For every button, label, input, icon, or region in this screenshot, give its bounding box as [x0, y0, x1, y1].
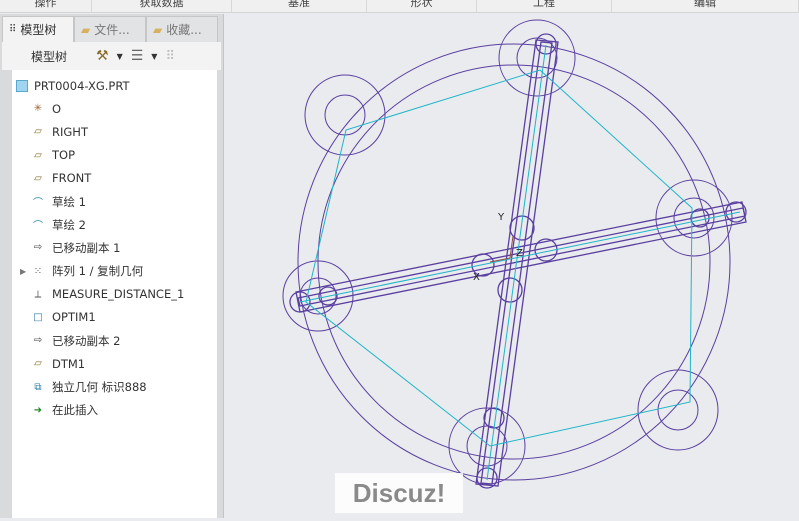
settings-tools-icon[interactable]: ⚒: [96, 48, 109, 64]
ribbon-shapes[interactable]: 形状: [367, 0, 477, 13]
tree-item-label: 阵列 1 / 复制几何: [52, 264, 144, 279]
chevron-down-icon[interactable]: ▼: [117, 52, 123, 61]
tree-item[interactable]: ⌒ 草绘 2: [12, 213, 217, 236]
tree-item[interactable]: ✳ O: [12, 97, 217, 120]
tree-item-label: MEASURE_DISTANCE_1: [52, 287, 185, 302]
folder-icon: ▰: [81, 22, 91, 37]
moved-copy-icon: ⇨: [33, 242, 43, 254]
graphics-viewport[interactable]: Y Z X: [225, 14, 799, 518]
tab-label: 收藏...: [166, 23, 202, 37]
tree-item-label: PRT0004-XG.PRT: [34, 78, 130, 93]
tree-item[interactable]: ▱ RIGHT: [12, 120, 217, 143]
tree-item[interactable]: □ OPTIM1: [12, 306, 217, 329]
datum-plane-icon: ▱: [34, 126, 42, 138]
model-geometry: Y Z X: [282, 19, 747, 489]
axis-label-z: Z: [516, 248, 523, 259]
tree-filter-icon[interactable]: ⠿: [165, 49, 175, 64]
tree-root[interactable]: PRT0004-XG.PRT: [12, 74, 217, 97]
ribbon-datum[interactable]: 基准: [232, 0, 367, 13]
ribbon-operations[interactable]: 操作: [0, 0, 92, 13]
tree-item[interactable]: ⇨ 已移动副本 2: [12, 329, 217, 352]
datum-plane-icon: ▱: [34, 149, 42, 161]
tab-files[interactable]: ▰ 文件...: [74, 16, 146, 42]
navigator-panel: ⠿ 模型树 ▰ 文件... ▰ 收藏... 模型树 ⚒ ▼ ☰ ▼ ⠿ PRT0004-X…: [0, 14, 224, 518]
tree-item[interactable]: ➜ 在此插入: [12, 399, 217, 422]
tree-item-label: OPTIM1: [52, 310, 96, 325]
inner-ring: [317, 64, 711, 460]
outer-ring: [297, 43, 731, 481]
tree-item[interactable]: ⟂ MEASURE_DISTANCE_1: [12, 283, 217, 306]
sketch-icon: ⌒: [33, 198, 43, 210]
ribbon-engineering[interactable]: 工程: [477, 0, 612, 13]
tree-item-label: O: [52, 101, 62, 116]
tree-item[interactable]: ⌒ 草绘 1: [12, 190, 217, 213]
axis-label-x: X: [473, 272, 480, 283]
model-tree-label: 模型树: [30, 49, 67, 64]
show-list-icon[interactable]: ☰: [131, 48, 144, 64]
model-tree: PRT0004-XG.PRT ✳ O ▱ RIGHT ▱ TOP ▱ FRONT ⌒ 草绘 1 ⌒ 草…: [12, 70, 217, 518]
tree-item[interactable]: ▱ DTM1: [12, 352, 217, 375]
part-icon: [16, 79, 28, 92]
tree-item-label: DTM1: [52, 356, 86, 371]
datum-plane-icon: ▱: [34, 172, 42, 184]
sketch-icon: ⌒: [33, 221, 43, 233]
tree-item-label: 已移动副本 2: [52, 333, 121, 348]
insert-here-icon: ➜: [33, 404, 43, 416]
tree-item[interactable]: ▶ ⁙ 阵列 1 / 复制几何: [12, 260, 217, 283]
moved-copy-icon: ⇨: [33, 335, 43, 347]
csys-icon: ✳: [33, 103, 43, 115]
tree-item-label: 草绘 1: [52, 194, 86, 209]
tree-icon: ⠿: [9, 24, 17, 35]
independent-geometry-icon: ⧉: [34, 381, 42, 393]
tree-item[interactable]: ⧉ 独立几何 标识888: [12, 375, 217, 398]
tree-item-label: 独立几何 标识888: [52, 380, 147, 395]
tab-model-tree[interactable]: ⠿ 模型树: [2, 16, 74, 42]
tab-label: 文件...: [94, 23, 130, 37]
favorites-folder-icon: ▰: [153, 22, 163, 37]
sketch-lines: [299, 44, 741, 481]
tree-item-label: RIGHT: [52, 124, 88, 139]
tree-item-label: FRONT: [52, 171, 92, 186]
tab-favorites[interactable]: ▰ 收藏...: [146, 16, 218, 42]
axis-label-y: Y: [497, 212, 505, 223]
tree-item-label: 草绘 2: [52, 217, 86, 232]
ribbon-edit[interactable]: 编辑: [612, 0, 799, 13]
datum-plane-icon: ▱: [34, 358, 42, 370]
tree-item-label: 已移动副本 1: [52, 240, 121, 255]
tree-item[interactable]: ▱ TOP: [12, 144, 217, 167]
ribbon-groups: 操作 获取数据 基准 形状 工程 编辑: [0, 0, 799, 13]
tree-item[interactable]: ⇨ 已移动副本 1: [12, 236, 217, 259]
optim-icon: □: [33, 311, 43, 323]
watermark: Discuz!: [335, 473, 463, 513]
tree-item[interactable]: ▱ FRONT: [12, 167, 217, 190]
ribbon-get-data[interactable]: 获取数据: [92, 0, 232, 13]
pattern-icon: ⁙: [33, 265, 43, 277]
expand-arrow-icon[interactable]: ▶: [20, 267, 30, 276]
tree-item-label: TOP: [52, 148, 76, 163]
measure-icon: ⟂: [34, 288, 42, 300]
tree-item-label: 在此插入: [52, 403, 98, 418]
chevron-down-icon[interactable]: ▼: [151, 52, 157, 61]
tab-label: 模型树: [20, 23, 57, 37]
